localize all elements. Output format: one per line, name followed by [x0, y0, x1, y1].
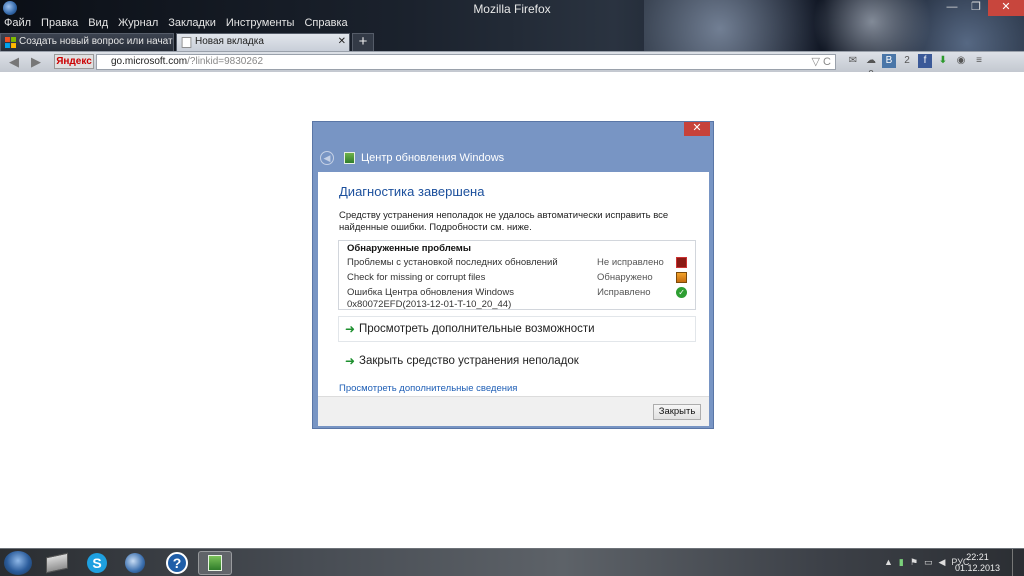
tab-bar: Создать новый вопрос или начать ... Нова… [0, 32, 374, 51]
facebook-icon[interactable]: f [918, 54, 932, 68]
dialog-content: Диагностика завершена Средству устранени… [318, 172, 709, 396]
clock-date: 01.12.2013 [954, 563, 1000, 573]
problem-status: Обнаружено [597, 272, 653, 283]
dialog-title: Центр обновления Windows [361, 152, 505, 164]
network-icon[interactable]: ▮ [899, 557, 904, 568]
mail-icon[interactable]: ✉ [846, 54, 860, 68]
minimize-button[interactable]: — [940, 0, 964, 16]
problem-name: Check for missing or corrupt files [347, 272, 486, 283]
problems-list: Обнаруженные проблемы Проблемы с установ… [338, 240, 696, 310]
download-icon[interactable]: ⬇ [936, 54, 950, 68]
menu-file[interactable]: Файл [4, 17, 31, 31]
show-hidden-icons-icon[interactable]: ▲ [884, 557, 893, 568]
dialog-close-button[interactable]: ✕ [684, 122, 710, 136]
skype-icon[interactable]: S [80, 551, 114, 575]
tab-label: Создать новый вопрос или начать ... [19, 36, 174, 47]
menu-bar: Файл Правка Вид Журнал Закладки Инструме… [0, 17, 348, 31]
close-tab-icon[interactable]: ✕ [338, 36, 346, 47]
menu-help[interactable]: Справка [304, 17, 347, 31]
explorer-icon[interactable] [40, 551, 74, 575]
weather-icon[interactable]: ☁0 [864, 54, 878, 72]
windows-update-icon [344, 152, 355, 164]
view-details-link[interactable]: Просмотреть дополнительные сведения [339, 383, 517, 394]
close-troubleshooter-link[interactable]: ➜ Закрыть средство устранения неполадок [338, 348, 696, 374]
vk-icon[interactable]: B [882, 54, 896, 68]
problem-row[interactable]: Check for missing or corrupt files Обнар… [347, 272, 687, 287]
menu-edit[interactable]: Правка [41, 17, 78, 31]
back-button[interactable]: ◀ [6, 54, 22, 70]
browser-chrome: Mozilla Firefox — ❐ ✕ Файл Правка Вид Жу… [0, 0, 1024, 72]
menu-icon[interactable]: ≡ [972, 54, 986, 68]
clock[interactable]: 22:21 01.12.2013 [955, 552, 1000, 574]
action-label: Закрыть средство устранения неполадок [359, 355, 579, 367]
error-icon [676, 257, 687, 268]
toolbar-icons: ✉ ☁0 B 2 f ⬇ ◉ ≡ [846, 54, 986, 72]
problem-status: Не исправлено [597, 257, 664, 268]
tab-label: Новая вкладка [195, 36, 264, 47]
forward-button[interactable]: ▶ [28, 54, 44, 70]
checkmark-icon: ✓ [676, 287, 687, 298]
tab-new-tab[interactable]: Новая вкладка ✕ [176, 33, 350, 51]
problem-name-line1: Ошибка Центра обновления Windows [347, 287, 514, 298]
dialog-footer: Закрыть [318, 396, 709, 426]
problem-status: Исправлено [597, 287, 651, 298]
diagnostics-description: Средству устранения неполадок не удалось… [339, 210, 669, 233]
reload-button[interactable]: ▽ C [812, 55, 831, 69]
start-button[interactable] [4, 551, 32, 575]
firefox-icon[interactable] [118, 551, 152, 575]
dialog-header: ◀ Центр обновления Windows [320, 148, 504, 168]
clock-time: 22:21 [966, 552, 989, 562]
title-bar: Mozilla Firefox — ❐ ✕ [0, 0, 1024, 17]
problems-title: Обнаруженные проблемы [347, 243, 471, 254]
close-button[interactable]: Закрыть [653, 404, 701, 420]
new-tab-button[interactable]: + [352, 33, 374, 51]
menu-tools[interactable]: Инструменты [226, 17, 295, 31]
windows-update-icon[interactable] [198, 551, 232, 575]
blank-page-icon [181, 37, 192, 48]
show-desktop-button[interactable] [1012, 549, 1024, 576]
volume-icon[interactable]: ◀ [938, 557, 945, 568]
action-label: Просмотреть дополнительные возможности [359, 323, 595, 335]
vk-count-badge: 2 [904, 55, 910, 66]
problem-row[interactable]: Ошибка Центра обновления Windows 0x80072… [347, 287, 687, 313]
url-path: /?linkid=9830262 [187, 56, 264, 67]
menu-view[interactable]: Вид [88, 17, 108, 31]
power-icon[interactable]: ▭ [924, 557, 933, 568]
troubleshooter-dialog: ✕ ◀ Центр обновления Windows Диагностика… [312, 121, 714, 429]
addon-icon[interactable]: ◉ [954, 54, 968, 68]
window-title: Mozilla Firefox [473, 2, 551, 16]
green-arrow-icon: ➜ [345, 322, 356, 336]
back-arrow-icon[interactable]: ◀ [320, 151, 334, 165]
green-arrow-icon: ➜ [345, 354, 356, 368]
menu-history[interactable]: Журнал [118, 17, 158, 31]
menu-bookmarks[interactable]: Закладки [168, 17, 216, 31]
warning-icon [676, 272, 687, 283]
action-center-icon[interactable]: ⚑ [910, 557, 918, 568]
taskbar: S ? ▲ ▮ ⚑ ▭ ◀ РУС 22:21 01.12.2013 [0, 548, 1024, 576]
problem-name: Проблемы с установкой последних обновлен… [347, 257, 558, 268]
view-more-options-link[interactable]: ➜ Просмотреть дополнительные возможности [338, 316, 696, 342]
yandex-button[interactable]: Яндекс [54, 54, 94, 69]
url-host: go.microsoft.com [111, 56, 188, 67]
problem-name: Ошибка Центра обновления Windows 0x80072… [347, 287, 597, 313]
microsoft-favicon-icon [5, 37, 16, 48]
help-icon[interactable]: ? [160, 551, 194, 575]
problem-error-code: 0x80072EFD(2013-12-01-T-10_20_44) [347, 299, 512, 310]
close-window-button[interactable]: ✕ [988, 0, 1024, 16]
maximize-button[interactable]: ❐ [964, 0, 988, 16]
window-controls: — ❐ ✕ [940, 0, 1024, 16]
problem-row[interactable]: Проблемы с установкой последних обновлен… [347, 257, 687, 272]
tab-ask-question[interactable]: Создать новый вопрос или начать ... [0, 33, 174, 51]
navigation-bar: ◀ ▶ Яндекс go.microsoft.com/?linkid=9830… [0, 51, 1024, 72]
diagnostics-heading: Диагностика завершена [339, 184, 485, 199]
address-bar[interactable]: go.microsoft.com/?linkid=9830262 ▽ C [96, 54, 836, 70]
